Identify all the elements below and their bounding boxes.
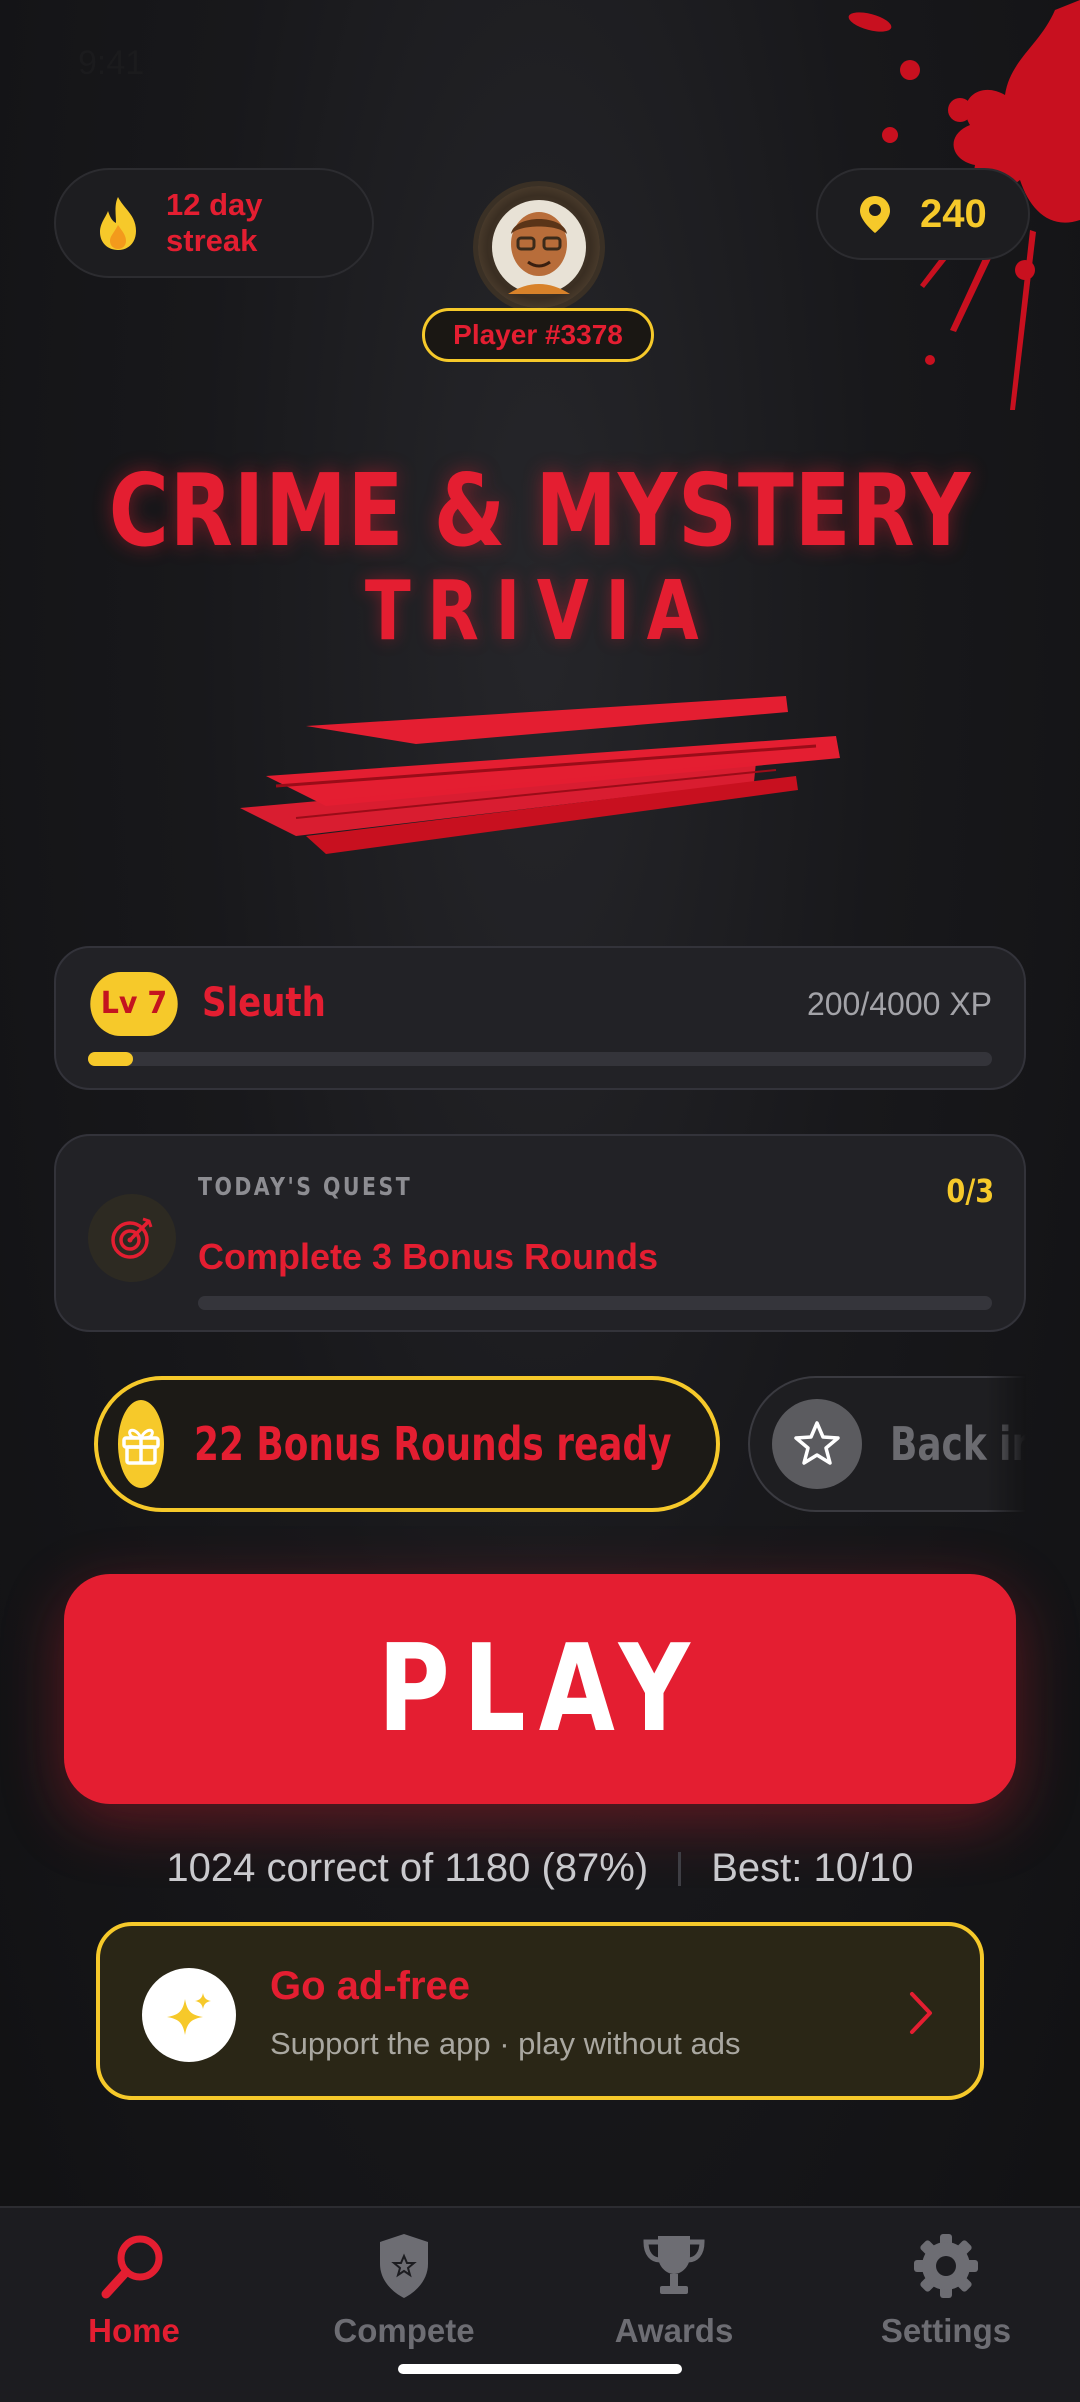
nav-home[interactable]: Home bbox=[34, 2230, 234, 2350]
quest-label: TODAY'S QUEST bbox=[198, 1172, 413, 1201]
nav-awards-label: Awards bbox=[614, 2312, 734, 2349]
xp-text: 200/4000 XP bbox=[806, 986, 992, 1022]
quest-progress-track bbox=[198, 1296, 992, 1310]
streak-label: 12 day streak bbox=[166, 187, 263, 258]
chevron-right-icon bbox=[910, 1992, 932, 2034]
gear-icon bbox=[914, 2234, 978, 2298]
ad-free-promo[interactable]: Go ad-free Support the app · play withou… bbox=[96, 1922, 984, 2100]
nav-compete[interactable]: Compete bbox=[304, 2230, 504, 2350]
bonus-rounds-label: 22 Bonus Rounds ready bbox=[194, 1417, 672, 1471]
avatar[interactable] bbox=[478, 186, 600, 308]
correct-stat: 1024 correct of 1180 (87%) bbox=[166, 1846, 649, 1890]
player-badge[interactable]: Player #3378 bbox=[422, 308, 654, 362]
coins-pill[interactable]: 240 bbox=[816, 168, 1030, 260]
status-time: 9:41 bbox=[78, 44, 145, 82]
back-in-chip[interactable]: Back in bbox=[748, 1376, 1026, 1512]
nav-settings-label: Settings bbox=[880, 2312, 1012, 2349]
gift-icon bbox=[118, 1400, 164, 1488]
stats-row: 1024 correct of 1180 (87%) Best: 10/10 bbox=[0, 1846, 1080, 1891]
level-name: Sleuth bbox=[202, 980, 326, 1026]
promo-subtitle: Support the app · play without ads bbox=[270, 2026, 741, 2061]
red-scribble-decoration bbox=[240, 696, 840, 854]
quest-count: 0/3 bbox=[946, 1172, 994, 1210]
trophy-icon bbox=[643, 2236, 705, 2294]
search-icon bbox=[101, 2235, 163, 2299]
carousel-fade bbox=[986, 1374, 1026, 1514]
nav-settings[interactable]: Settings bbox=[846, 2230, 1046, 2350]
coins-count: 240 bbox=[920, 191, 987, 236]
nav-compete-label: Compete bbox=[333, 2312, 475, 2349]
home-indicator bbox=[398, 2364, 682, 2374]
quest-title: Complete 3 Bonus Rounds bbox=[198, 1236, 659, 1277]
title-line-2: TRIVIA bbox=[364, 564, 716, 659]
play-label: PLAY bbox=[377, 1619, 703, 1759]
xp-progress-fill bbox=[88, 1052, 134, 1066]
avatar-face-icon bbox=[492, 200, 586, 294]
chip-carousel[interactable]: 22 Bonus Rounds ready Back in bbox=[54, 1374, 1026, 1514]
flame-icon bbox=[100, 197, 136, 250]
target-icon bbox=[88, 1194, 176, 1282]
title-line-1: CRIME & MYSTERY bbox=[108, 452, 972, 569]
star-icon bbox=[772, 1399, 862, 1489]
level-card[interactable]: Lv 7 Sleuth 200/4000 XP bbox=[54, 946, 1026, 1090]
xp-progress-track bbox=[88, 1052, 992, 1066]
shield-icon bbox=[380, 2234, 428, 2298]
nav-awards[interactable]: Awards bbox=[574, 2230, 774, 2350]
streak-pill[interactable]: 12 day streak bbox=[54, 168, 374, 278]
nav-home-label: Home bbox=[88, 2312, 180, 2349]
best-stat: Best: 10/10 bbox=[711, 1846, 914, 1890]
play-button[interactable]: PLAY bbox=[64, 1574, 1016, 1804]
map-pin-icon bbox=[860, 196, 890, 233]
sparkles-icon bbox=[142, 1968, 236, 2062]
stats-divider bbox=[678, 1851, 682, 1886]
level-badge: Lv 7 bbox=[90, 972, 178, 1036]
quest-card[interactable]: TODAY'S QUEST 0/3 Complete 3 Bonus Round… bbox=[54, 1134, 1026, 1332]
promo-title: Go ad-free bbox=[270, 1964, 471, 2008]
bonus-rounds-chip[interactable]: 22 Bonus Rounds ready bbox=[94, 1376, 720, 1512]
